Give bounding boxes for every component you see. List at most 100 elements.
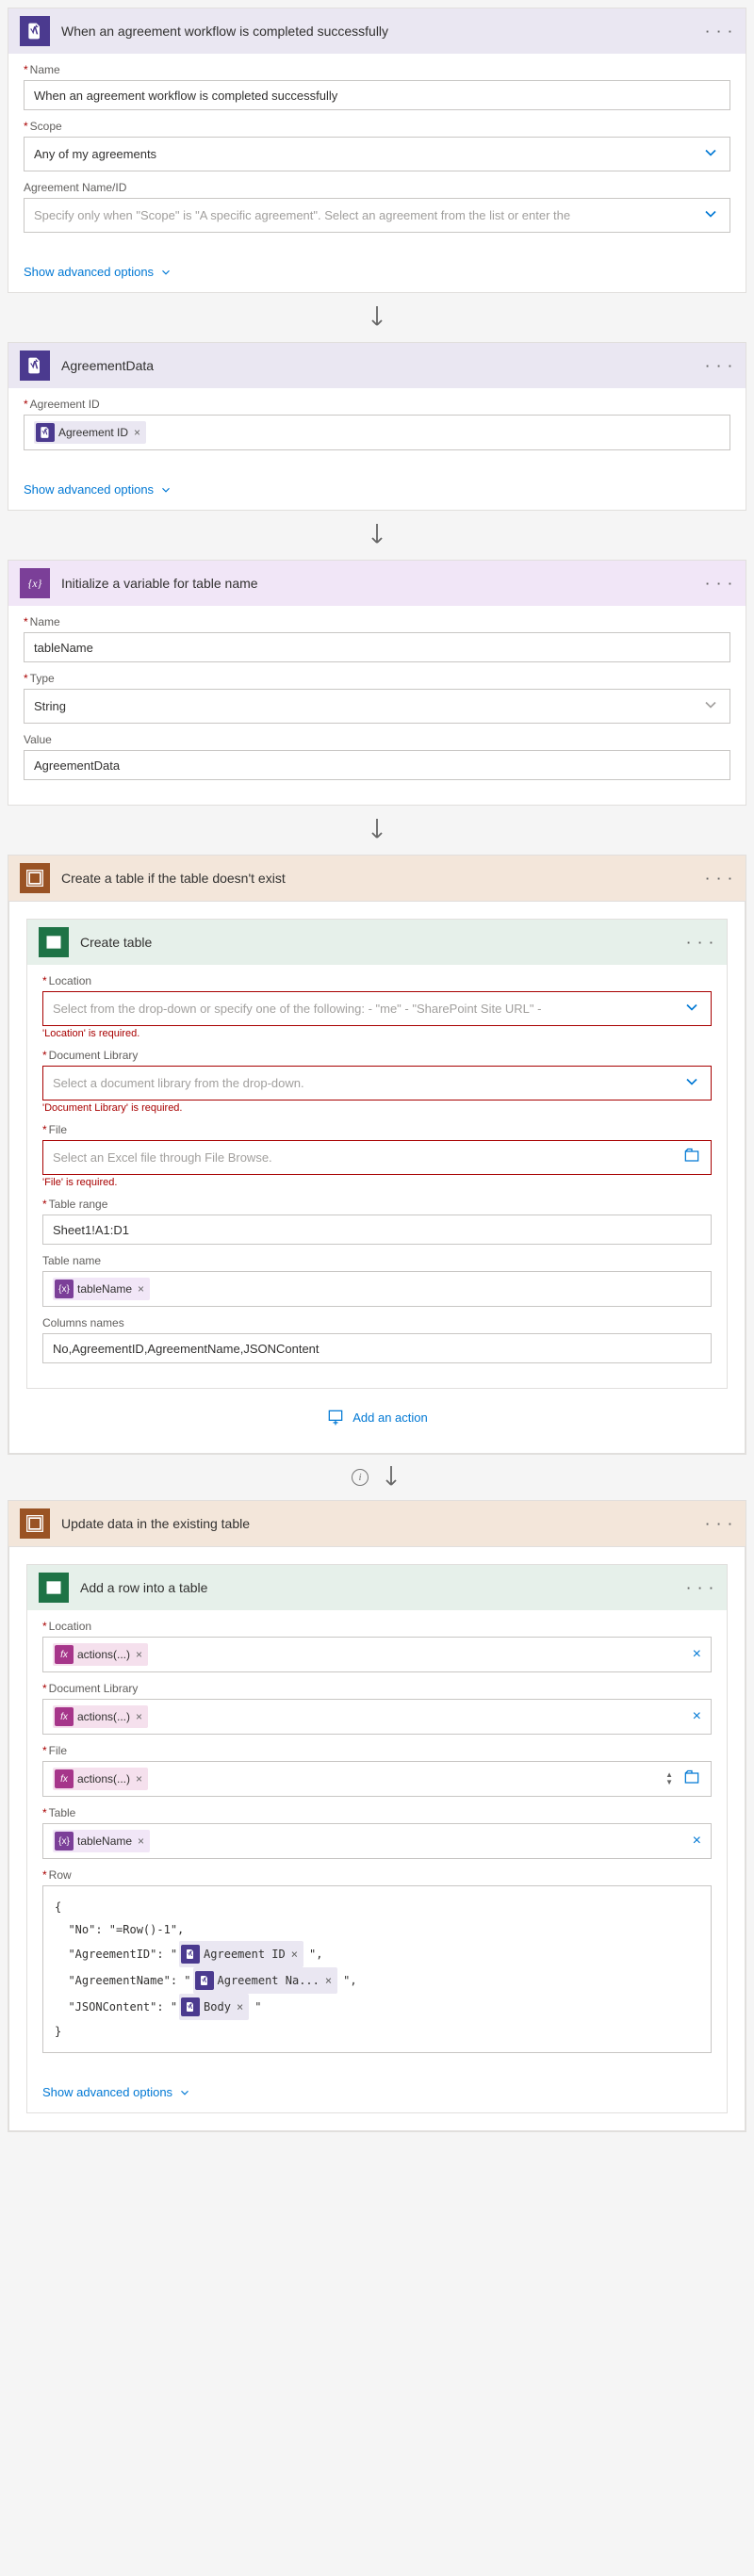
init-variable-menu[interactable]: · · · bbox=[706, 577, 734, 591]
row-line: { bbox=[55, 1896, 699, 1918]
fx-icon: fx bbox=[55, 1769, 74, 1788]
columns-input[interactable]: No,AgreementID,AgreementName,JSONContent bbox=[42, 1333, 712, 1363]
location-select[interactable]: Select from the drop-down or specify one… bbox=[42, 991, 712, 1026]
adobe-sign-icon bbox=[20, 351, 50, 381]
flow-arrow bbox=[8, 511, 746, 560]
trigger-header[interactable]: When an agreement workflow is completed … bbox=[8, 8, 746, 54]
add-action-button[interactable]: Add an action bbox=[26, 1389, 728, 1436]
var-type-select[interactable]: String bbox=[24, 689, 730, 724]
remove-token-icon[interactable]: × bbox=[237, 1996, 243, 2018]
ar-row-label: Row bbox=[42, 1868, 712, 1882]
scope-icon bbox=[20, 863, 50, 893]
doclib-error: 'Document Library' is required. bbox=[42, 1102, 712, 1114]
fx-token[interactable]: fx actions(...) × bbox=[53, 1705, 148, 1728]
variable-icon: {x} bbox=[55, 1832, 74, 1850]
agreement-data-menu[interactable]: · · · bbox=[706, 359, 734, 373]
ar-table-input[interactable]: {x} tableName × × bbox=[42, 1823, 712, 1859]
scope-icon bbox=[20, 1508, 50, 1539]
name-input[interactable]: When an agreement workflow is completed … bbox=[24, 80, 730, 110]
scope1-header[interactable]: Create a table if the table doesn't exis… bbox=[8, 856, 746, 901]
agreement-id-label: Agreement ID bbox=[24, 398, 730, 411]
tablename-input[interactable]: {x} tableName × bbox=[42, 1271, 712, 1307]
name-label: Name bbox=[24, 63, 730, 76]
flow-arrow bbox=[8, 806, 746, 855]
ar-location-input[interactable]: fx actions(...) × × bbox=[42, 1637, 712, 1672]
excel-icon bbox=[39, 1573, 69, 1603]
create-table-title: Create table bbox=[80, 935, 687, 950]
var-name-input[interactable]: tableName bbox=[24, 632, 730, 662]
clear-icon[interactable]: × bbox=[685, 1833, 701, 1850]
remove-token-icon[interactable]: × bbox=[138, 1834, 144, 1848]
fx-token[interactable]: fx actions(...) × bbox=[53, 1643, 148, 1666]
clear-icon[interactable]: × bbox=[685, 1646, 701, 1663]
scope1-title: Create a table if the table doesn't exis… bbox=[61, 871, 706, 886]
add-row-card: Add a row into a table · · · Location fx… bbox=[26, 1564, 728, 2113]
adobe-sign-icon bbox=[181, 1997, 200, 2016]
agreement-id-token[interactable]: Agreement ID × bbox=[179, 1941, 303, 1967]
file-input[interactable]: Select an Excel file through File Browse… bbox=[42, 1140, 712, 1175]
info-icon[interactable]: i bbox=[352, 1469, 369, 1486]
remove-token-icon[interactable]: × bbox=[138, 1282, 144, 1296]
adobe-sign-icon bbox=[181, 1945, 200, 1964]
agreement-id-token[interactable]: Agreement ID × bbox=[34, 421, 146, 444]
scope-create-table-card: Create a table if the table doesn't exis… bbox=[8, 855, 746, 1455]
scope-select[interactable]: Any of my agreements bbox=[24, 137, 730, 171]
body-token[interactable]: Body × bbox=[179, 1994, 249, 2020]
row-json-editor[interactable]: { "No": "=Row()-1", "AgreementID": " Agr… bbox=[42, 1885, 712, 2053]
ar-table-label: Table bbox=[42, 1806, 712, 1819]
tablename-label: Table name bbox=[42, 1254, 712, 1267]
remove-token-icon[interactable]: × bbox=[325, 1969, 332, 1992]
range-input[interactable]: Sheet1!A1:D1 bbox=[42, 1215, 712, 1245]
remove-token-icon[interactable]: × bbox=[291, 1943, 298, 1965]
create-table-menu[interactable]: · · · bbox=[687, 936, 715, 950]
scope2-header[interactable]: Update data in the existing table · · · bbox=[8, 1501, 746, 1546]
create-table-header[interactable]: Create table · · · bbox=[27, 920, 727, 965]
chevron-down-icon bbox=[682, 998, 701, 1019]
show-advanced-link[interactable]: Show advanced options bbox=[8, 475, 746, 510]
var-name-label: Name bbox=[24, 615, 730, 628]
agreement-select[interactable]: Specify only when "Scope" is "A specific… bbox=[24, 198, 730, 233]
clear-icon[interactable]: × bbox=[685, 1708, 701, 1725]
remove-token-icon[interactable]: × bbox=[136, 1710, 142, 1723]
tablename-token[interactable]: {x} tableName × bbox=[53, 1278, 150, 1300]
scope2-title: Update data in the existing table bbox=[61, 1516, 706, 1531]
create-table-card: Create table · · · Location Select from … bbox=[26, 919, 728, 1389]
ar-location-label: Location bbox=[42, 1620, 712, 1633]
var-value-input[interactable]: AgreementData bbox=[24, 750, 730, 780]
row-line: "JSONContent": " Body × " bbox=[55, 1994, 699, 2020]
tablename-token[interactable]: {x} tableName × bbox=[53, 1830, 150, 1852]
agreement-name-token[interactable]: Agreement Na... × bbox=[193, 1967, 338, 1994]
adobe-sign-icon bbox=[195, 1971, 214, 1990]
agreement-data-header[interactable]: AgreementData · · · bbox=[8, 343, 746, 388]
stepper[interactable]: ▲▼ bbox=[662, 1771, 677, 1786]
doclib-label: Document Library bbox=[42, 1049, 712, 1062]
fx-token[interactable]: fx actions(...) × bbox=[53, 1768, 148, 1790]
agreement-label: Agreement Name/ID bbox=[24, 181, 730, 194]
init-variable-header[interactable]: Initialize a variable for table name · ·… bbox=[8, 561, 746, 606]
chevron-down-icon bbox=[701, 204, 720, 226]
trigger-title: When an agreement workflow is completed … bbox=[61, 24, 706, 39]
fx-icon: fx bbox=[55, 1645, 74, 1664]
remove-token-icon[interactable]: × bbox=[136, 1772, 142, 1785]
remove-token-icon[interactable]: × bbox=[136, 1648, 142, 1661]
file-browse-icon[interactable] bbox=[677, 1769, 701, 1790]
doclib-select[interactable]: Select a document library from the drop-… bbox=[42, 1066, 712, 1101]
file-browse-icon[interactable] bbox=[677, 1147, 701, 1168]
remove-token-icon[interactable]: × bbox=[134, 426, 140, 439]
range-label: Table range bbox=[42, 1198, 712, 1211]
trigger-menu[interactable]: · · · bbox=[706, 24, 734, 39]
ar-file-input[interactable]: fx actions(...) × ▲▼ bbox=[42, 1761, 712, 1797]
row-line: "AgreementID": " Agreement ID × ", bbox=[55, 1941, 699, 1967]
ar-doclib-input[interactable]: fx actions(...) × × bbox=[42, 1699, 712, 1735]
chevron-down-icon bbox=[701, 695, 720, 717]
show-advanced-link[interactable]: Show advanced options bbox=[8, 257, 746, 292]
file-error: 'File' is required. bbox=[42, 1177, 712, 1188]
scope1-menu[interactable]: · · · bbox=[706, 872, 734, 886]
agreement-id-input[interactable]: Agreement ID × bbox=[24, 415, 730, 450]
ar-file-label: File bbox=[42, 1744, 712, 1757]
scope2-menu[interactable]: · · · bbox=[706, 1517, 734, 1531]
show-advanced-link[interactable]: Show advanced options bbox=[27, 2078, 727, 2112]
add-row-menu[interactable]: · · · bbox=[687, 1581, 715, 1595]
row-line: } bbox=[55, 2020, 699, 2043]
add-row-header[interactable]: Add a row into a table · · · bbox=[27, 1565, 727, 1610]
